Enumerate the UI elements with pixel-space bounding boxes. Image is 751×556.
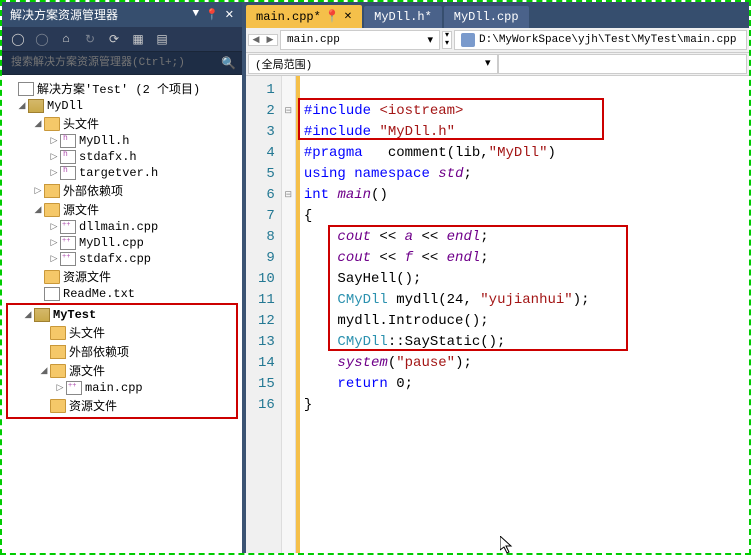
code-line: cout << f << endl; [304,248,745,269]
tab-mydll-cpp[interactable]: MyDll.cpp [444,6,529,28]
file-dropdown[interactable]: main.cpp▾ [280,30,440,50]
code-line: SayHell(); [304,269,745,290]
h-icon [60,150,76,164]
solution-explorer: 解决方案资源管理器 ▼ 📍 ✕ ◯ ◯ ⌂ ↻ ⟳ ▦ ▤ 🔍 解决方案'Tes… [2,2,242,553]
explorer-search-row: 🔍 [2,52,242,75]
collapse-icon[interactable]: ▦ [130,31,146,47]
explorer-title: 解决方案资源管理器 [10,6,192,23]
folder-headers-2[interactable]: 头文件 [8,323,236,342]
file-targetver-h[interactable]: targetver.h [2,165,242,181]
folder-icon [50,345,66,359]
folder-icon [44,117,60,131]
cpp-icon [60,236,76,250]
code-line: #include <iostream> [304,101,745,122]
code-line: #include "MyDll.h" [304,122,745,143]
code-line: CMyDll mydll(24, "yujianhui"); [304,290,745,311]
h-icon [60,134,76,148]
forward-icon: ◯ [34,31,50,47]
line-gutter: 1234 5678 9101112 13141516 [246,76,282,553]
code-line: } [304,395,745,416]
file-path[interactable]: D:\MyWorkSpace\yjh\Test\MyTest\main.cpp [454,30,747,50]
code-line: CMyDll::SayStatic(); [304,332,745,353]
highlight-mytest: MyTest 头文件 外部依赖项 源文件 main.cpp 资源文件 [6,303,238,419]
cursor-icon [500,536,516,556]
pin-icon[interactable]: 📍 [205,8,219,22]
fold-column[interactable]: ⊟⊟ [282,76,296,553]
code-line [304,80,745,101]
file-readme[interactable]: ReadMe.txt [2,286,242,302]
pin-icon[interactable]: 📍 [325,9,340,24]
nav-splitter[interactable]: ▾▾ [442,31,452,49]
folder-icon [50,364,66,378]
project-icon [34,308,50,322]
editor-panel: main.cpp*📍✕ MyDll.h* MyDll.cpp ◀▶ main.c… [242,2,749,553]
project-mydll[interactable]: MyDll [2,98,242,114]
code-line: return 0; [304,374,745,395]
folder-extdeps-2[interactable]: 外部依赖项 [8,342,236,361]
code-line: #pragma comment(lib,"MyDll") [304,143,745,164]
close-icon[interactable]: ✕ [344,11,352,23]
h-icon [60,166,76,180]
folder-icon [50,399,66,413]
code-line: cout << a << endl; [304,227,745,248]
tab-strip: main.cpp*📍✕ MyDll.h* MyDll.cpp [246,2,749,28]
code-line: mydll.Introduce(); [304,311,745,332]
file-icon [461,33,475,47]
code-line: int main() [304,185,745,206]
member-dropdown[interactable] [498,54,748,74]
back-icon[interactable]: ◯ [10,31,26,47]
explorer-header: 解决方案资源管理器 ▼ 📍 ✕ [2,2,242,27]
file-stdafx-cpp[interactable]: stdafx.cpp [2,251,242,267]
folder-source[interactable]: 源文件 [2,200,242,219]
file-mydll-h[interactable]: MyDll.h [2,133,242,149]
cpp-icon [60,252,76,266]
folder-icon [44,203,60,217]
folder-source-2[interactable]: 源文件 [8,361,236,380]
dropdown-icon[interactable]: ▼ [192,8,199,22]
code-editor[interactable]: 1234 5678 9101112 13141516 ⊟⊟ #include <… [246,76,749,553]
tab-mydll-h[interactable]: MyDll.h* [364,6,442,28]
file-main-cpp[interactable]: main.cpp [8,380,236,396]
file-stdafx-h[interactable]: stdafx.h [2,149,242,165]
txt-icon [44,287,60,301]
folder-resource[interactable]: 资源文件 [2,267,242,286]
tab-main-cpp[interactable]: main.cpp*📍✕ [246,5,362,28]
folder-headers[interactable]: 头文件 [2,114,242,133]
properties-icon[interactable]: ▤ [154,31,170,47]
explorer-toolbar: ◯ ◯ ⌂ ↻ ⟳ ▦ ▤ [2,27,242,52]
scope-bar: (全局范围)▾ [246,53,749,76]
scope-dropdown[interactable]: (全局范围)▾ [248,54,498,74]
code-area[interactable]: #include <iostream> #include "MyDll.h" #… [300,76,749,553]
folder-icon [44,270,60,284]
folder-extdeps[interactable]: 外部依赖项 [2,181,242,200]
code-line: system("pause"); [304,353,745,374]
nav-bar: ◀▶ main.cpp▾ ▾▾ D:\MyWorkSpace\yjh\Test\… [246,28,749,53]
refresh-icon[interactable]: ⟳ [106,31,122,47]
file-mydll-cpp[interactable]: MyDll.cpp [2,235,242,251]
project-mytest[interactable]: MyTest [8,307,236,323]
solution-tree: 解决方案'Test' (2 个项目) MyDll 头文件 MyDll.h std… [2,75,242,553]
file-dllmain-cpp[interactable]: dllmain.cpp [2,219,242,235]
cpp-icon [66,381,82,395]
search-icon[interactable]: 🔍 [221,56,236,71]
home-icon[interactable]: ⌂ [58,31,74,47]
nav-history[interactable]: ◀▶ [248,34,278,46]
project-icon [28,99,44,113]
code-line: using namespace std; [304,164,745,185]
code-line: { [304,206,745,227]
solution-icon [18,82,34,96]
solution-node[interactable]: 解决方案'Test' (2 个项目) [2,79,242,98]
folder-icon [50,326,66,340]
cpp-icon [60,220,76,234]
close-icon[interactable]: ✕ [225,8,234,22]
sync-icon[interactable]: ↻ [82,31,98,47]
folder-resource-2[interactable]: 资源文件 [8,396,236,415]
search-input[interactable] [8,54,221,72]
folder-icon [44,184,60,198]
